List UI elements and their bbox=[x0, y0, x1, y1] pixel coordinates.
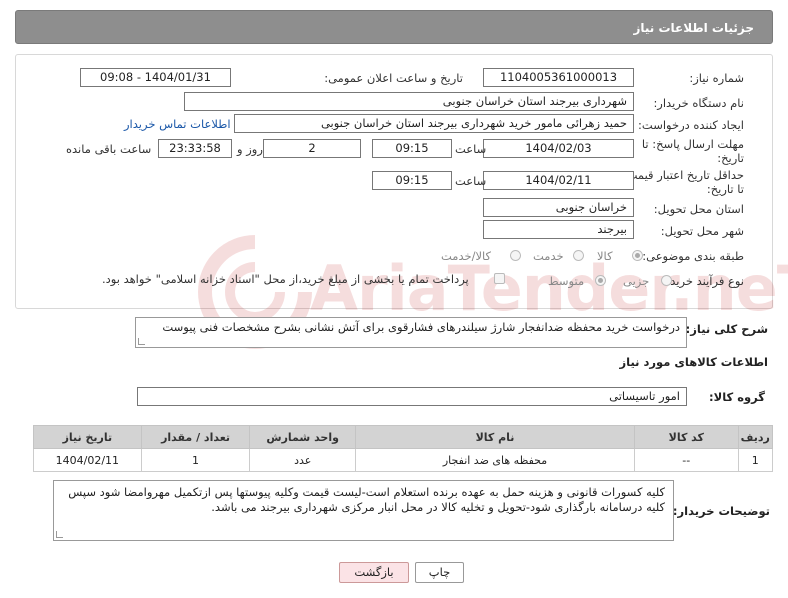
reply-days-label: روز و bbox=[237, 142, 263, 156]
col-header-need-date: تاریخ نیاز bbox=[33, 425, 142, 449]
cell-row-number: 1 bbox=[737, 448, 774, 472]
col-header-unit: واحد شمارش bbox=[249, 425, 356, 449]
process-radio-medium[interactable] bbox=[595, 275, 606, 286]
buyer-org-field[interactable]: شهرداری بیرجند استان خراسان جنوبی bbox=[184, 92, 634, 111]
cell-item-name: محفظه های ضد انفجار bbox=[354, 448, 636, 472]
col-header-item-name: نام کالا bbox=[354, 425, 636, 449]
goods-section-title: اطلاعات کالاهای مورد نیاز bbox=[619, 355, 768, 369]
reply-deadline-time-label: ساعت bbox=[455, 142, 487, 156]
reply-deadline-label-line1: مهلت ارسال پاسخ: تا bbox=[641, 137, 744, 151]
reply-deadline-time-field[interactable]: 09:15 bbox=[372, 139, 452, 158]
delivery-province-field[interactable]: خراسان جنوبی bbox=[483, 198, 634, 217]
reply-deadline-label-line2: تاریخ: bbox=[717, 151, 744, 165]
need-number-label: شماره نیاز: bbox=[689, 71, 744, 85]
category-radio-goods-service[interactable] bbox=[510, 250, 521, 261]
buyer-contact-link[interactable]: اطلاعات تماس خریدار bbox=[124, 117, 231, 131]
category-radio-service[interactable] bbox=[573, 250, 584, 261]
cell-need-date: 1404/02/11 bbox=[33, 448, 142, 472]
description-label: شرح کلی نیاز: bbox=[685, 322, 768, 336]
buyer-notes-textarea[interactable]: کلیه کسورات قانونی و هزینه حمل به عهده ب… bbox=[53, 480, 674, 541]
print-button[interactable]: چاپ bbox=[415, 562, 464, 583]
cell-unit: عدد bbox=[249, 448, 356, 472]
goods-group-field[interactable]: امور تاسیساتی bbox=[137, 387, 687, 406]
need-number-field[interactable]: 1104005361000013 bbox=[483, 68, 634, 87]
col-header-quantity: تعداد / مقدار bbox=[140, 425, 251, 449]
cell-item-code: -- bbox=[634, 448, 739, 472]
page-header: جزئیات اطلاعات نیاز bbox=[15, 10, 773, 44]
goods-table: ردیف کد کالا نام کالا واحد شمارش تعداد /… bbox=[33, 425, 774, 472]
purchase-process-label: نوع فرآیند خرید : bbox=[662, 274, 744, 288]
category-option-service: خدمت bbox=[533, 249, 564, 263]
price-validity-date-field[interactable]: 1404/02/11 bbox=[483, 171, 634, 190]
description-text: درخواست خرید محفظه ضدانفجار شارژ سیلندره… bbox=[162, 320, 680, 334]
table-row[interactable]: 1 -- محفظه های ضد انفجار عدد 1 1404/02/1… bbox=[33, 448, 774, 472]
requester-field[interactable]: حمید زهرائی مامور خرید شهرداری بیرجند اس… bbox=[234, 114, 634, 133]
announce-date-field[interactable]: 1404/01/31 - 09:08 bbox=[80, 68, 231, 87]
page-title: جزئیات اطلاعات نیاز bbox=[633, 21, 754, 35]
category-label: طبقه بندی موضوعی: bbox=[642, 249, 744, 263]
delivery-city-field[interactable]: بیرجند bbox=[483, 220, 634, 239]
price-validity-time-label: ساعت bbox=[455, 174, 487, 188]
process-radio-minor[interactable] bbox=[661, 275, 672, 286]
reply-days-field[interactable]: 2 bbox=[263, 139, 361, 158]
reply-deadline-date-field[interactable]: 1404/02/03 bbox=[483, 139, 634, 158]
category-option-goods: کالا bbox=[597, 249, 613, 263]
price-validity-label-line2: تا تاریخ: bbox=[706, 182, 744, 196]
process-option-minor: جزیی bbox=[623, 274, 650, 288]
delivery-city-label: شهر محل تحویل: bbox=[660, 224, 744, 238]
buyer-notes-text: کلیه کسورات قانونی و هزینه حمل به عهده ب… bbox=[68, 485, 665, 514]
col-header-row-number: ردیف bbox=[737, 425, 774, 449]
price-validity-time-field[interactable]: 09:15 bbox=[372, 171, 452, 190]
buyer-notes-label: توضیحات خریدار: bbox=[672, 504, 770, 518]
delivery-province-label: استان محل تحویل: bbox=[653, 202, 744, 216]
treasury-payment-checkbox[interactable] bbox=[494, 273, 505, 284]
category-option-goods-service: کالا/خدمت bbox=[441, 249, 492, 263]
requester-label: ایجاد کننده درخواست: bbox=[638, 118, 744, 132]
resize-handle-icon[interactable] bbox=[138, 338, 145, 345]
category-radio-goods[interactable] bbox=[632, 250, 643, 261]
back-button[interactable]: بازگشت bbox=[339, 562, 409, 583]
resize-handle-icon[interactable] bbox=[56, 531, 63, 538]
col-header-item-code: کد کالا bbox=[634, 425, 739, 449]
remaining-time-field[interactable]: 23:33:58 bbox=[158, 139, 232, 158]
price-validity-label-line1: حداقل تاریخ اعتبار قیمت: bbox=[622, 168, 744, 182]
goods-table-header-row: ردیف کد کالا نام کالا واحد شمارش تعداد /… bbox=[33, 425, 774, 449]
announce-date-label: تاریخ و ساعت اعلان عمومی: bbox=[324, 71, 463, 85]
goods-group-label: گروه کالا: bbox=[709, 390, 765, 404]
buyer-org-label: نام دستگاه خریدار: bbox=[653, 96, 744, 110]
treasury-payment-note: پرداخت تمام یا بخشی از مبلغ خرید،از محل … bbox=[102, 272, 469, 286]
process-option-medium: متوسط bbox=[548, 274, 585, 288]
remaining-time-label: ساعت باقی مانده bbox=[66, 142, 152, 156]
cell-quantity: 1 bbox=[140, 448, 251, 472]
description-textarea[interactable]: درخواست خرید محفظه ضدانفجار شارژ سیلندره… bbox=[135, 317, 687, 348]
